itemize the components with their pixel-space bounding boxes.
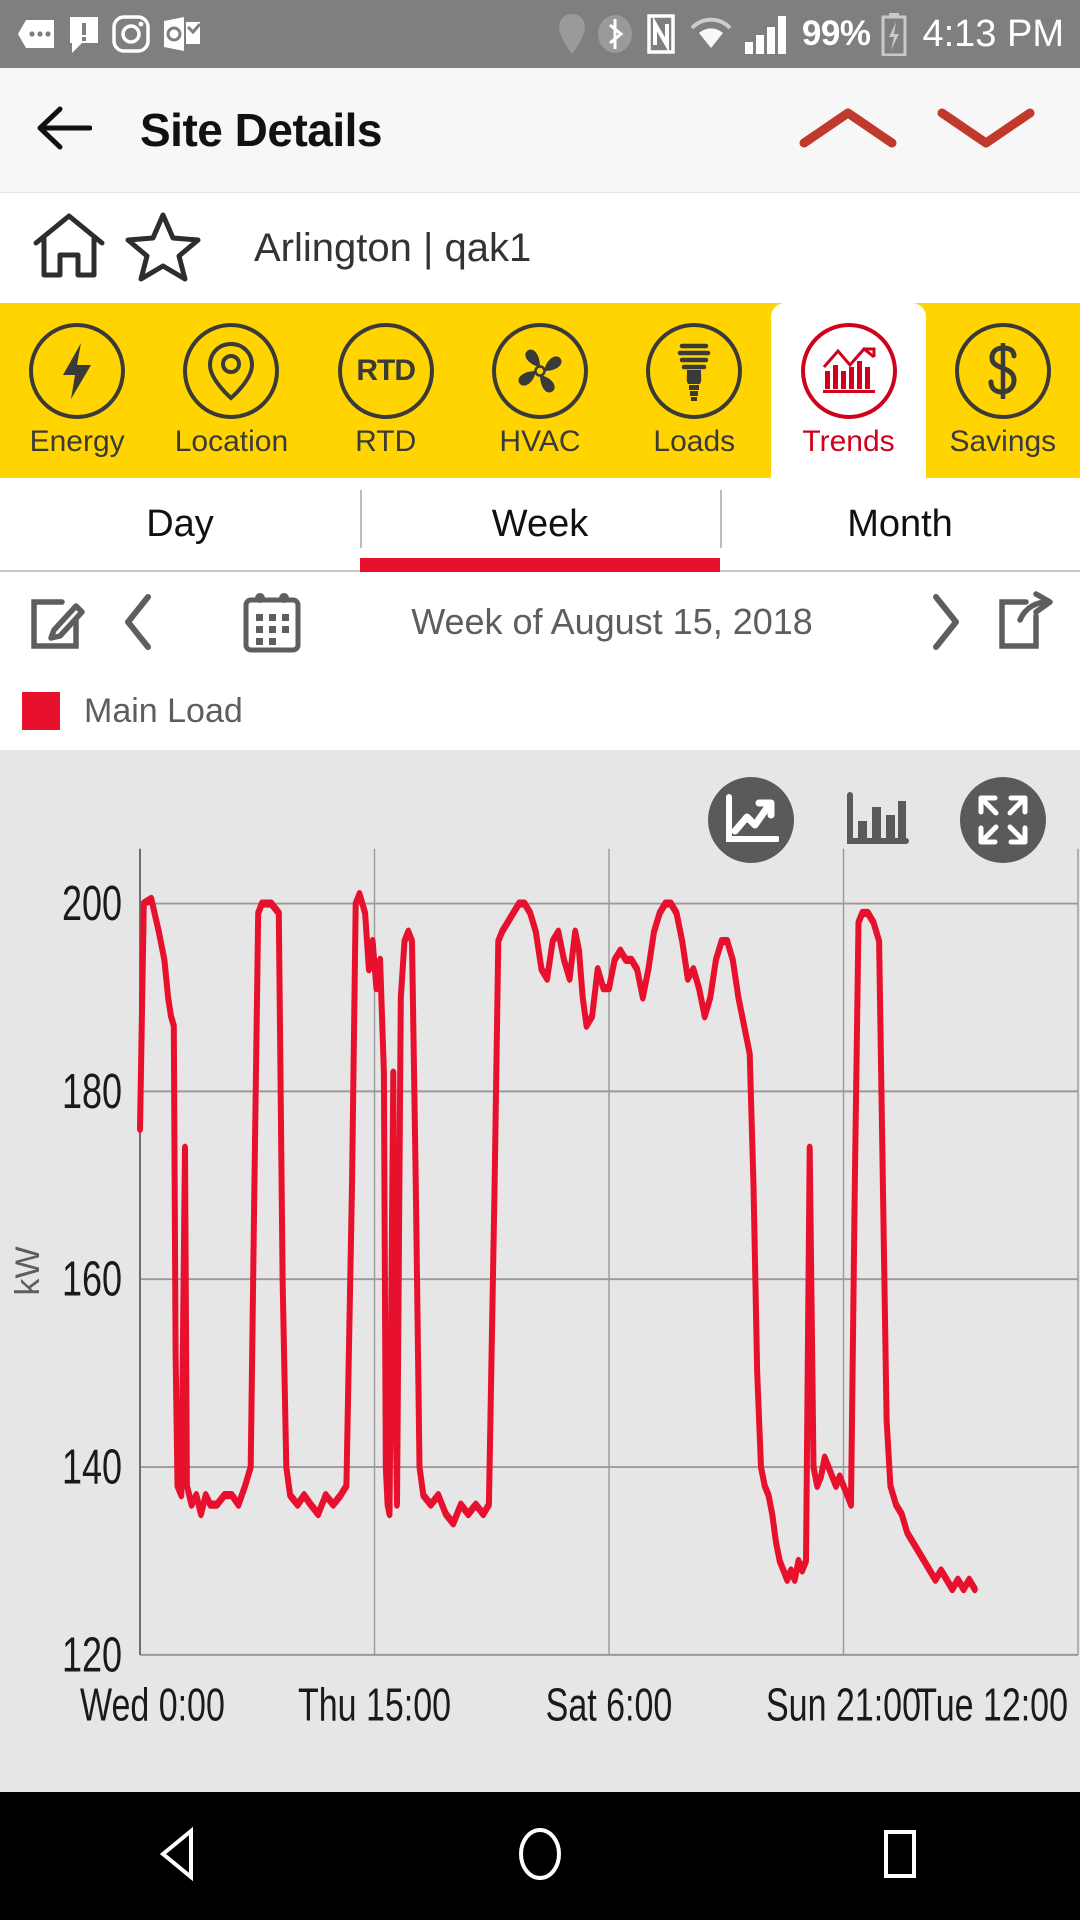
alert-icon [68, 15, 100, 53]
site-name: Arlington | qak1 [254, 225, 532, 270]
date-range-label[interactable]: Week of August 15, 2018 [411, 601, 813, 643]
line-chart-icon[interactable] [708, 777, 794, 863]
calendar-icon[interactable] [242, 590, 302, 654]
page-title: Site Details [140, 104, 383, 156]
category-tab-bar: Energy Location RTD RTD HVAC Loads Trend… [0, 303, 1080, 478]
svg-text:180: 180 [62, 1064, 122, 1119]
dollar-icon [954, 322, 1051, 419]
category-tab-energy[interactable]: Energy [0, 303, 155, 478]
edit-icon[interactable] [24, 590, 88, 654]
bar-chart-icon [800, 322, 897, 419]
bar-chart-icon[interactable] [834, 777, 920, 863]
rtd-icon: RTD [337, 322, 434, 419]
category-tab-label: Trends [802, 424, 895, 458]
bolt-icon [29, 322, 126, 419]
tab-label: Month [847, 502, 953, 545]
category-tab-loads[interactable]: Loads [617, 303, 772, 478]
svg-text:Tue 12:00: Tue 12:00 [916, 1678, 1068, 1731]
tab-month[interactable]: Month [720, 478, 1080, 570]
star-icon[interactable] [124, 210, 202, 287]
app-bar: Site Details [0, 68, 1080, 193]
fullscreen-icon[interactable] [960, 777, 1046, 863]
messaging-icon [16, 16, 56, 52]
instagram-icon [112, 15, 150, 53]
cellular-signal-icon [744, 14, 792, 54]
chart-plot[interactable]: 120 140 160 180 200 Wed 0:00 Thu 15:00 Sat 6:00… [0, 750, 1080, 1792]
legend-color-swatch [22, 692, 60, 730]
bluetooth-icon [596, 13, 634, 55]
home-icon[interactable] [30, 211, 108, 286]
category-tab-label: Savings [949, 424, 1057, 458]
chevron-down-icon[interactable] [936, 105, 1036, 156]
period-tab-bar: Day Week Month [0, 478, 1080, 572]
chevron-right-icon[interactable] [922, 591, 966, 653]
site-row: Arlington | qak1 [0, 193, 1080, 303]
chart-legend: Main Load [0, 672, 1080, 750]
category-tab-label: Loads [653, 424, 736, 458]
app-root: 99% 4:13 PM Site Details Arlington | qak… [0, 0, 1080, 1920]
date-navigation-bar: Week of August 15, 2018 [0, 572, 1080, 672]
svg-text:Thu 15:00: Thu 15:00 [298, 1678, 451, 1731]
lightbulb-icon [646, 322, 743, 419]
outlook-icon [162, 15, 202, 53]
svg-text:Sun 21:00: Sun 21:00 [766, 1678, 921, 1731]
legend-series-label: Main Load [84, 691, 243, 730]
svg-text:140: 140 [62, 1440, 122, 1495]
svg-text:Sat 6:00: Sat 6:00 [546, 1678, 673, 1731]
battery-charging-icon [880, 12, 908, 56]
share-icon[interactable] [992, 590, 1056, 654]
category-tab-rtd[interactable]: RTD RTD [308, 303, 463, 478]
category-tab-label: Energy [29, 424, 125, 458]
category-tab-label: RTD [355, 424, 417, 458]
fan-icon [491, 322, 588, 419]
nfc-icon [644, 13, 678, 55]
nav-back-triangle-icon[interactable] [149, 1823, 211, 1890]
location-icon [558, 13, 586, 55]
nav-home-circle-icon[interactable] [509, 1823, 571, 1890]
status-bar: 99% 4:13 PM [0, 0, 1080, 68]
category-tab-label: Location [174, 424, 289, 458]
tab-label: Week [491, 502, 589, 545]
svg-text:Wed 0:00: Wed 0:00 [80, 1678, 225, 1731]
svg-text:160: 160 [62, 1252, 122, 1307]
back-arrow-icon[interactable] [34, 105, 93, 156]
category-tab-location[interactable]: Location [154, 303, 309, 478]
chevron-up-icon[interactable] [798, 105, 898, 156]
map-pin-icon [183, 322, 280, 419]
category-tab-hvac[interactable]: HVAC [462, 303, 618, 478]
clock-time: 4:13 PM [922, 12, 1064, 55]
tab-label: Day [146, 502, 214, 545]
svg-text:200: 200 [62, 877, 122, 932]
chevron-left-icon[interactable] [118, 591, 162, 653]
chart-toolbar [0, 770, 1080, 870]
wifi-icon [688, 14, 734, 54]
nav-recents-square-icon[interactable] [869, 1823, 931, 1890]
svg-text:120: 120 [62, 1628, 122, 1683]
category-tab-trends[interactable]: Trends [771, 303, 926, 478]
category-tab-savings[interactable]: Savings [925, 303, 1080, 478]
chart-container: kW 120 140 160 180 200 Wed 0:00 Thu 15:00 Sat 6… [0, 750, 1080, 1792]
android-nav-bar [0, 1792, 1080, 1920]
tab-week[interactable]: Week [360, 478, 720, 572]
tab-day[interactable]: Day [0, 478, 360, 570]
category-tab-label: HVAC [499, 424, 581, 458]
battery-percent: 99% [801, 14, 871, 53]
